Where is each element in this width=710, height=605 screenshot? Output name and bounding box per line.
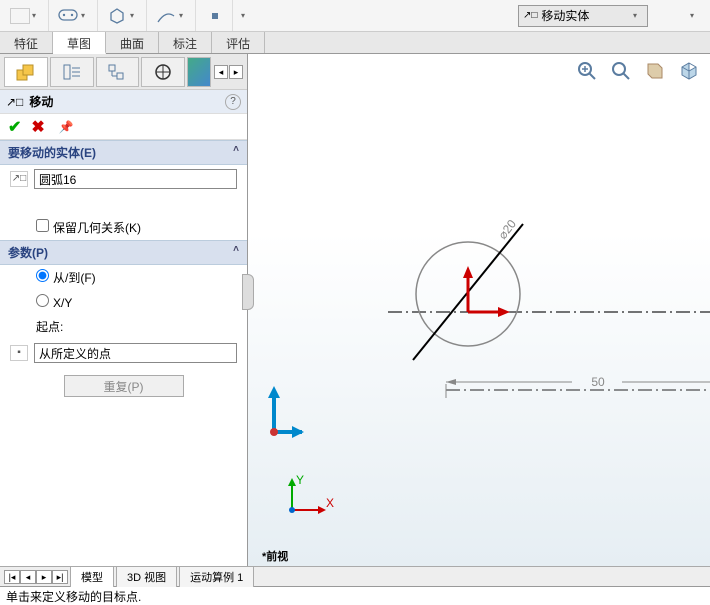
panel-splitter[interactable]	[242, 274, 254, 310]
view-label: *前视	[262, 548, 288, 564]
tab-surface[interactable]: 曲面	[106, 32, 159, 53]
point-icon: ▪	[10, 345, 28, 361]
panel-tab-dimxpert[interactable]	[141, 57, 185, 87]
option-xy[interactable]: X/Y	[36, 294, 72, 310]
keep-relations-checkbox[interactable]	[36, 219, 49, 232]
panel-tabs: ◂ ▸	[0, 54, 247, 90]
view-triad-handles[interactable]	[254, 384, 304, 444]
command-combo-label: 移动实体	[541, 7, 589, 24]
btab-nav-first[interactable]: |◂	[4, 570, 20, 584]
dropdown-arrow[interactable]: ▾	[32, 11, 42, 20]
chevron-up-icon: ˄	[233, 244, 239, 255]
tab-evaluate[interactable]: 评估	[212, 32, 265, 53]
svg-text:50: 50	[591, 375, 605, 389]
chevron-up-icon: ˄	[233, 144, 239, 155]
dropdown-arrow[interactable]: ▾	[241, 11, 251, 20]
property-panel: ◂ ▸ ↗□ 移动 ? ✔ ✖ 📌 要移动的实体(E) ˄ ↗□ 保留几何关系(…	[0, 54, 248, 566]
btab-nav-prev[interactable]: ◂	[20, 570, 36, 584]
svg-text:Y: Y	[296, 473, 304, 487]
svg-text:X: X	[326, 496, 334, 510]
panel-tab-appearance[interactable]	[187, 57, 211, 87]
panel-nav-prev[interactable]: ◂	[214, 65, 228, 79]
status-bar: 单击来定义移动的目标点.	[0, 586, 710, 604]
sketch-geometry: 50 ⌀20	[328, 184, 708, 414]
point-tool-icon[interactable]	[204, 5, 226, 27]
command-title-bar: ↗□ 移动 ?	[0, 90, 247, 114]
dropdown-arrow[interactable]: ▾	[81, 11, 91, 20]
move-icon: ↗□	[523, 10, 537, 21]
panel-tab-config[interactable]	[96, 57, 140, 87]
tab-features[interactable]: 特征	[0, 32, 53, 53]
option-fromto[interactable]: 从/到(F)	[36, 269, 96, 286]
keep-relations-label[interactable]: 保留几何关系(K)	[36, 219, 141, 236]
bottom-tabs: |◂ ◂ ▸ ▸| 模型 3D 视图 运动算例 1	[0, 566, 710, 586]
dropdown-arrow[interactable]: ▾	[179, 11, 189, 20]
feature-tabs: 特征 草图 曲面 标注 评估	[0, 32, 710, 54]
help-icon[interactable]: ?	[225, 94, 241, 110]
radio-fromto[interactable]	[36, 269, 49, 282]
panel-tab-feature-tree[interactable]	[4, 57, 48, 87]
arc-tool-icon[interactable]	[155, 5, 177, 27]
pin-icon[interactable]: 📌	[59, 120, 74, 134]
repeat-button[interactable]: 重复(P)	[64, 375, 184, 397]
selection-icon: ↗□	[10, 171, 28, 187]
section-view-icon[interactable]	[642, 58, 668, 84]
bottom-tab-3dview[interactable]: 3D 视图	[116, 567, 177, 587]
command-combo[interactable]: ↗□ 移动实体 ▾	[518, 5, 648, 27]
ribbon: ▾ ▾ ▾ ▾ ▾ ↗□ 移动实体 ▾ ▾	[0, 0, 710, 32]
cancel-button[interactable]: ✖	[31, 117, 44, 137]
svg-text:⌀20: ⌀20	[495, 217, 519, 242]
tab-sketch[interactable]: 草图	[53, 32, 106, 54]
graphics-canvas[interactable]: 50 ⌀20 Y X *前视	[248, 54, 710, 566]
entity-input[interactable]	[34, 169, 237, 189]
dropdown-arrow[interactable]: ▾	[130, 11, 140, 20]
main-area: ◂ ▸ ↗□ 移动 ? ✔ ✖ 📌 要移动的实体(E) ˄ ↗□ 保留几何关系(…	[0, 54, 710, 566]
bottom-tab-model[interactable]: 模型	[70, 567, 114, 587]
start-point-input[interactable]	[34, 343, 237, 363]
tab-annotation[interactable]: 标注	[159, 32, 212, 53]
section-params[interactable]: 参数(P) ˄	[0, 240, 247, 265]
btab-nav-last[interactable]: ▸|	[52, 570, 68, 584]
start-point-label: 起点:	[36, 318, 63, 335]
polygon-tool-icon[interactable]	[106, 5, 128, 27]
ok-button[interactable]: ✔	[8, 117, 21, 137]
panel-nav-next[interactable]: ▸	[229, 65, 243, 79]
btab-nav-next[interactable]: ▸	[36, 570, 52, 584]
zoom-fit-icon[interactable]	[574, 58, 600, 84]
view-toolbar	[574, 58, 702, 84]
radio-xy[interactable]	[36, 294, 49, 307]
command-title: 移动	[29, 93, 53, 110]
bottom-tab-motion[interactable]: 运动算例 1	[179, 567, 254, 587]
command-actions: ✔ ✖ 📌	[0, 114, 247, 140]
panel-tab-property[interactable]	[50, 57, 94, 87]
move-icon: ↗□	[6, 95, 23, 109]
circle-tool-icon[interactable]	[57, 5, 79, 27]
dropdown-arrow[interactable]: ▾	[633, 11, 643, 20]
zoom-area-icon[interactable]	[608, 58, 634, 84]
view-orientation-icon[interactable]	[676, 58, 702, 84]
dropdown-arrow[interactable]: ▾	[690, 11, 700, 20]
section-entities[interactable]: 要移动的实体(E) ˄	[0, 140, 247, 165]
ribbon-icon-1[interactable]	[10, 8, 30, 24]
coordinate-triad: Y X	[278, 474, 334, 520]
